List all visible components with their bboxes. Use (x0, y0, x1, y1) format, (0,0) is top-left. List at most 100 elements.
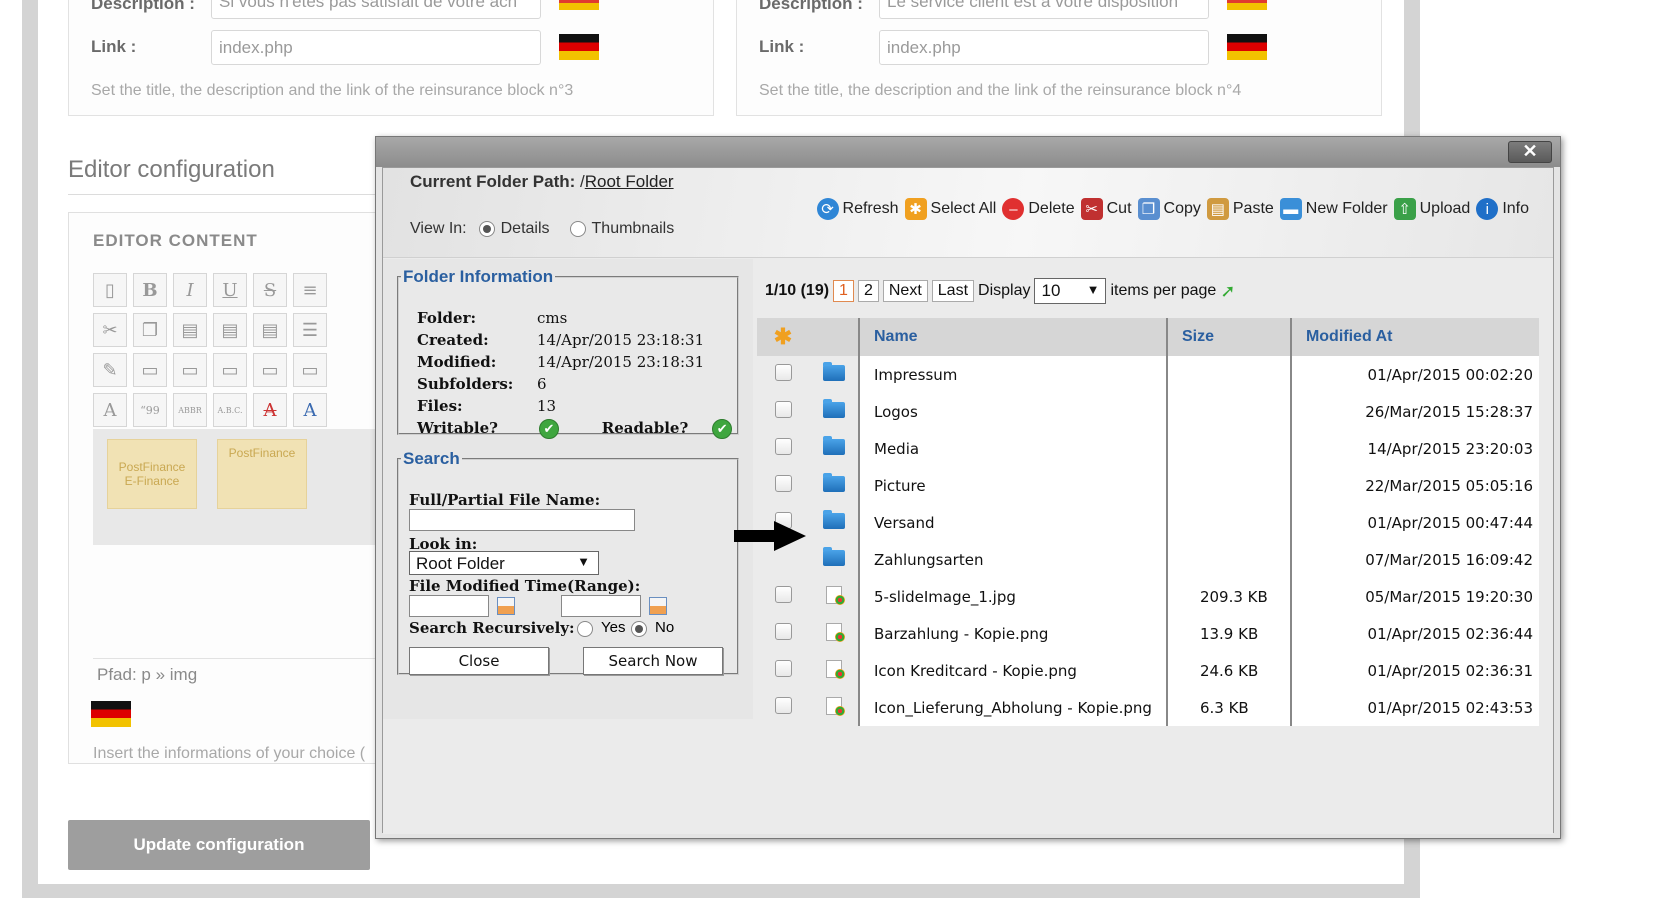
folder-icon[interactable] (822, 398, 845, 418)
file-name[interactable]: Versand (859, 504, 1168, 541)
dialog-titlebar[interactable]: ✕ (376, 137, 1560, 167)
recursive-no-radio[interactable] (631, 621, 647, 637)
row-checkbox[interactable] (774, 475, 792, 492)
row-checkbox[interactable] (774, 697, 792, 714)
link-input[interactable]: index.php (879, 30, 1209, 65)
underline-icon[interactable]: U (213, 273, 247, 307)
row-checkbox[interactable] (774, 364, 792, 381)
calendar-icon[interactable] (649, 597, 667, 615)
upload-tool[interactable]: ⇧ Upload (1393, 198, 1470, 220)
folder-icon[interactable] (822, 509, 845, 529)
file-name[interactable]: Impressum (859, 356, 1168, 393)
acronym-icon[interactable]: A.B.C. (213, 393, 247, 427)
row-checkbox[interactable] (774, 586, 792, 603)
image-file-icon[interactable] (825, 696, 845, 716)
last-button[interactable]: Last (931, 280, 975, 302)
remove-format-icon[interactable]: A (253, 393, 287, 427)
copy-tool[interactable]: ❐ Copy (1137, 198, 1201, 220)
page-2-button[interactable]: 2 (857, 280, 879, 302)
bullet-list-icon[interactable]: ☰ (293, 313, 327, 347)
copy-icon[interactable]: ❐ (1137, 198, 1160, 220)
german-flag-icon[interactable] (91, 701, 131, 727)
delete-table-icon[interactable]: ▭ (293, 353, 327, 387)
update-configuration-button[interactable]: Update configuration (68, 820, 370, 870)
paste-icon[interactable]: ▤ (173, 313, 207, 347)
table-row[interactable]: Impressum 01/Apr/2015 00:02:20 (757, 356, 1539, 393)
file-name[interactable]: Media (859, 430, 1168, 467)
row-checkbox[interactable] (774, 623, 792, 640)
file-name-input[interactable] (409, 509, 635, 531)
style-icon[interactable]: A (93, 393, 127, 427)
cut-icon[interactable]: ✂ (93, 313, 127, 347)
upload-icon[interactable]: ⇧ (1393, 198, 1416, 220)
file-name[interactable]: Zahlungsarten (859, 541, 1168, 578)
modified-from-input[interactable] (409, 595, 489, 617)
flag-icon[interactable] (559, 0, 599, 10)
info-icon[interactable]: i (1476, 198, 1499, 220)
row-icon[interactable]: ▭ (173, 353, 207, 387)
file-name[interactable]: Icon Kreditcard - Kopie.png (859, 652, 1168, 689)
table-row[interactable]: Logos 26/Mar/2015 15:28:37 (757, 393, 1539, 430)
refresh-tool[interactable]: ⟳ Refresh (816, 198, 899, 220)
size-header[interactable]: Size (1166, 318, 1292, 356)
table-row[interactable]: Zahlungsarten 07/Mar/2015 16:09:42 (757, 541, 1539, 578)
paste-word-icon[interactable]: ▤ (253, 313, 287, 347)
look-in-select[interactable]: Root Folder ▼ (409, 551, 599, 575)
file-name[interactable]: Barzahlung - Kopie.png (859, 615, 1168, 652)
table-row[interactable]: Media 14/Apr/2015 23:20:03 (757, 430, 1539, 467)
page-1-button[interactable]: 1 (833, 280, 854, 302)
recursive-yes-radio[interactable] (577, 621, 593, 637)
paste-icon[interactable]: ▤ (1206, 198, 1229, 220)
cut-icon[interactable]: ✂ (1080, 198, 1103, 220)
quote-icon[interactable]: “99 (133, 393, 167, 427)
new-document-icon[interactable]: ▯ (93, 273, 127, 307)
row-checkbox[interactable] (774, 660, 792, 677)
align-left-icon[interactable]: ≡ (293, 273, 327, 307)
link-input[interactable]: index.php (211, 30, 541, 65)
paste-text-icon[interactable]: ▤ (213, 313, 247, 347)
table-row[interactable]: Icon_Lieferung_Abholung - Kopie.png 6.3 K… (757, 689, 1539, 726)
table-row[interactable]: Picture 22/Mar/2015 05:05:16 (757, 467, 1539, 504)
row-checkbox[interactable] (774, 401, 792, 418)
image-file-icon[interactable] (825, 622, 845, 642)
new-folder-tool[interactable]: ▬ New Folder (1279, 198, 1388, 220)
select-all-tool[interactable]: ✱ Select All (904, 198, 996, 220)
cell-icon[interactable]: ▭ (213, 353, 247, 387)
details-radio[interactable] (478, 221, 495, 237)
flag-icon[interactable] (1227, 0, 1267, 10)
info-tool[interactable]: i Info (1476, 198, 1529, 220)
select-all-icon[interactable]: ✱ (904, 198, 927, 220)
description-input[interactable]: Si vous n'êtes pas satisfait de votre ac… (211, 0, 541, 19)
thumbnails-radio[interactable] (569, 221, 586, 237)
refresh-icon[interactable]: ⟳ (816, 198, 839, 220)
per-page-select[interactable]: 10 ▼ (1034, 278, 1107, 304)
modified-header[interactable]: Modified At (1290, 318, 1539, 356)
image-file-icon[interactable] (825, 659, 845, 679)
search-now-button[interactable]: Search Now (583, 647, 723, 675)
edit-icon[interactable]: ✎ (93, 353, 127, 387)
column-icon[interactable]: ▭ (253, 353, 287, 387)
table-row[interactable]: Versand 01/Apr/2015 00:47:44 (757, 504, 1539, 541)
folder-icon[interactable] (822, 546, 845, 566)
delete-icon[interactable]: – (1002, 198, 1025, 220)
german-flag-icon[interactable] (1227, 34, 1267, 60)
calendar-icon[interactable] (497, 597, 515, 615)
new-folder-icon[interactable]: ▬ (1279, 198, 1302, 220)
german-flag-icon[interactable] (559, 34, 599, 60)
name-header[interactable]: Name (859, 318, 1168, 356)
abbr-icon[interactable]: ABBR (173, 393, 207, 427)
table-row[interactable]: Icon Kreditcard - Kopie.png 24.6 KB 01/Apr… (757, 652, 1539, 689)
table-row[interactable]: 5-slideImage_1.jpg 209.3 KB 05/Mar/2015 19… (757, 578, 1539, 615)
strikethrough-icon[interactable]: S (253, 273, 287, 307)
modified-to-input[interactable] (561, 595, 641, 617)
folder-icon[interactable] (822, 361, 845, 381)
image-file-icon[interactable] (825, 585, 845, 605)
table-row[interactable]: Barzahlung - Kopie.png 13.9 KB 01/Apr/2015… (757, 615, 1539, 652)
close-icon[interactable]: ✕ (1508, 141, 1552, 163)
delete-tool[interactable]: – Delete (1002, 198, 1075, 220)
description-input[interactable]: Le service client est à votre dispositio… (879, 0, 1209, 19)
italic-icon[interactable]: I (173, 273, 207, 307)
close-button[interactable]: Close (409, 647, 549, 675)
folder-icon[interactable] (822, 435, 845, 455)
paste-tool[interactable]: ▤ Paste (1206, 198, 1274, 220)
